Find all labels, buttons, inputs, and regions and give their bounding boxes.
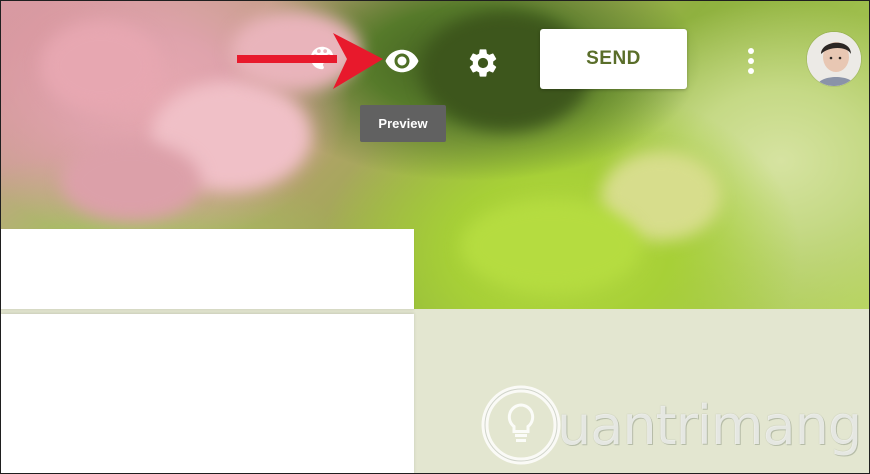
form-question-card xyxy=(1,314,414,473)
more-vert-icon xyxy=(748,48,754,74)
blur-leaf xyxy=(461,201,641,291)
lightbulb-icon xyxy=(481,385,561,465)
preview-button[interactable] xyxy=(382,41,422,81)
blur-petal xyxy=(41,21,161,111)
more-options-button[interactable] xyxy=(737,43,765,79)
user-avatar[interactable] xyxy=(807,32,861,86)
eye-icon xyxy=(385,49,419,73)
avatar-photo xyxy=(807,32,861,86)
send-button[interactable]: SEND xyxy=(540,29,687,89)
form-title-card xyxy=(1,229,414,309)
settings-button[interactable] xyxy=(463,43,503,83)
red-arrow-icon xyxy=(237,33,383,89)
blur-petal xyxy=(61,141,201,221)
watermark-text: uantrimang xyxy=(557,393,862,457)
app-frame: SEND Preview uantrimang xyxy=(0,0,870,474)
gear-icon xyxy=(469,49,497,77)
preview-tooltip: Preview xyxy=(360,105,446,142)
watermark: uantrimang xyxy=(479,379,869,471)
